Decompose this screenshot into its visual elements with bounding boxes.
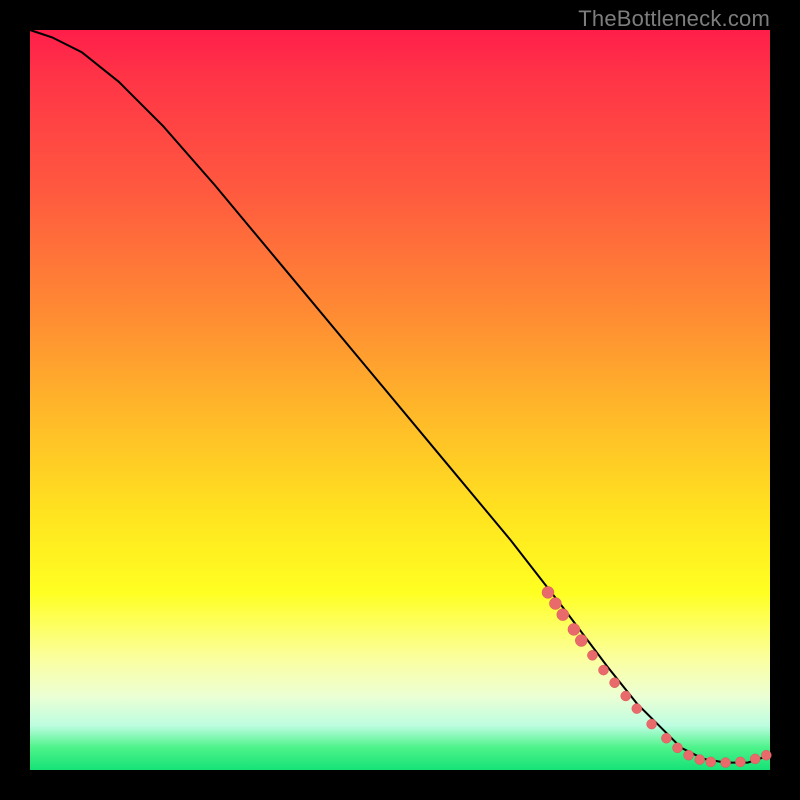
data-marker bbox=[557, 609, 569, 621]
data-marker bbox=[632, 704, 642, 714]
data-marker bbox=[661, 733, 671, 743]
data-marker bbox=[610, 678, 620, 688]
series-curve bbox=[30, 30, 770, 763]
data-marker bbox=[587, 650, 597, 660]
data-marker bbox=[599, 665, 609, 675]
data-marker bbox=[750, 754, 760, 764]
data-marker bbox=[542, 586, 554, 598]
data-marker bbox=[721, 758, 731, 768]
data-marker bbox=[575, 635, 587, 647]
data-marker bbox=[621, 691, 631, 701]
data-marker bbox=[735, 757, 745, 767]
data-marker bbox=[706, 757, 716, 767]
chart-svg bbox=[30, 30, 770, 770]
data-marker bbox=[673, 743, 683, 753]
data-marker bbox=[761, 750, 771, 760]
watermark-text: TheBottleneck.com bbox=[578, 6, 770, 32]
marker-layer bbox=[542, 586, 771, 767]
data-marker bbox=[549, 598, 561, 610]
plot-area bbox=[30, 30, 770, 770]
data-marker bbox=[647, 719, 657, 729]
chart-frame: TheBottleneck.com bbox=[0, 0, 800, 800]
data-marker bbox=[568, 623, 580, 635]
data-marker bbox=[695, 755, 705, 765]
data-marker bbox=[684, 750, 694, 760]
